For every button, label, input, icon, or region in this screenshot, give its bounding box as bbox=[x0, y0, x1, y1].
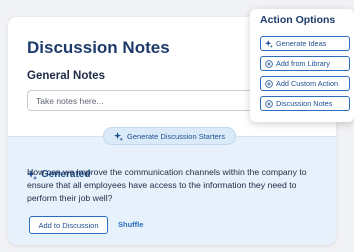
menu-item-label: Discussion Notes bbox=[276, 99, 333, 108]
generate-discussion-starters-button[interactable]: Generate Discussion Starters bbox=[103, 127, 236, 145]
shuffle-link[interactable]: Shuffle bbox=[118, 220, 143, 229]
menu-item-add-custom-action[interactable]: Add Custom Action bbox=[260, 76, 350, 91]
sparkle-icon bbox=[265, 39, 273, 48]
general-notes-heading: General Notes bbox=[27, 70, 105, 82]
menu-item-label: Add Custom Action bbox=[276, 79, 339, 88]
add-to-discussion-button[interactable]: Add to Discussion bbox=[29, 216, 108, 234]
menu-item-generate-ideas[interactable]: Generate Ideas bbox=[260, 36, 350, 51]
menu-item-label: Add from Library bbox=[276, 59, 330, 68]
generate-button-label: Generate Discussion Starters bbox=[127, 131, 225, 141]
plus-circle-icon bbox=[265, 99, 273, 108]
plus-circle-icon bbox=[265, 59, 273, 68]
plus-circle-icon bbox=[265, 79, 273, 88]
generated-text: How can we improve the communication cha… bbox=[27, 167, 307, 203]
action-options-menu: Action Options Generate Ideas Add from L… bbox=[250, 9, 354, 122]
menu-item-discussion-notes[interactable]: Discussion Notes bbox=[260, 96, 350, 111]
menu-item-label: Generate Ideas bbox=[276, 39, 327, 48]
action-options-title: Action Options bbox=[260, 14, 336, 26]
page-title: Discussion Notes bbox=[27, 38, 170, 57]
menu-item-add-from-library[interactable]: Add from Library bbox=[260, 56, 350, 71]
sparkle-icon bbox=[114, 131, 124, 141]
